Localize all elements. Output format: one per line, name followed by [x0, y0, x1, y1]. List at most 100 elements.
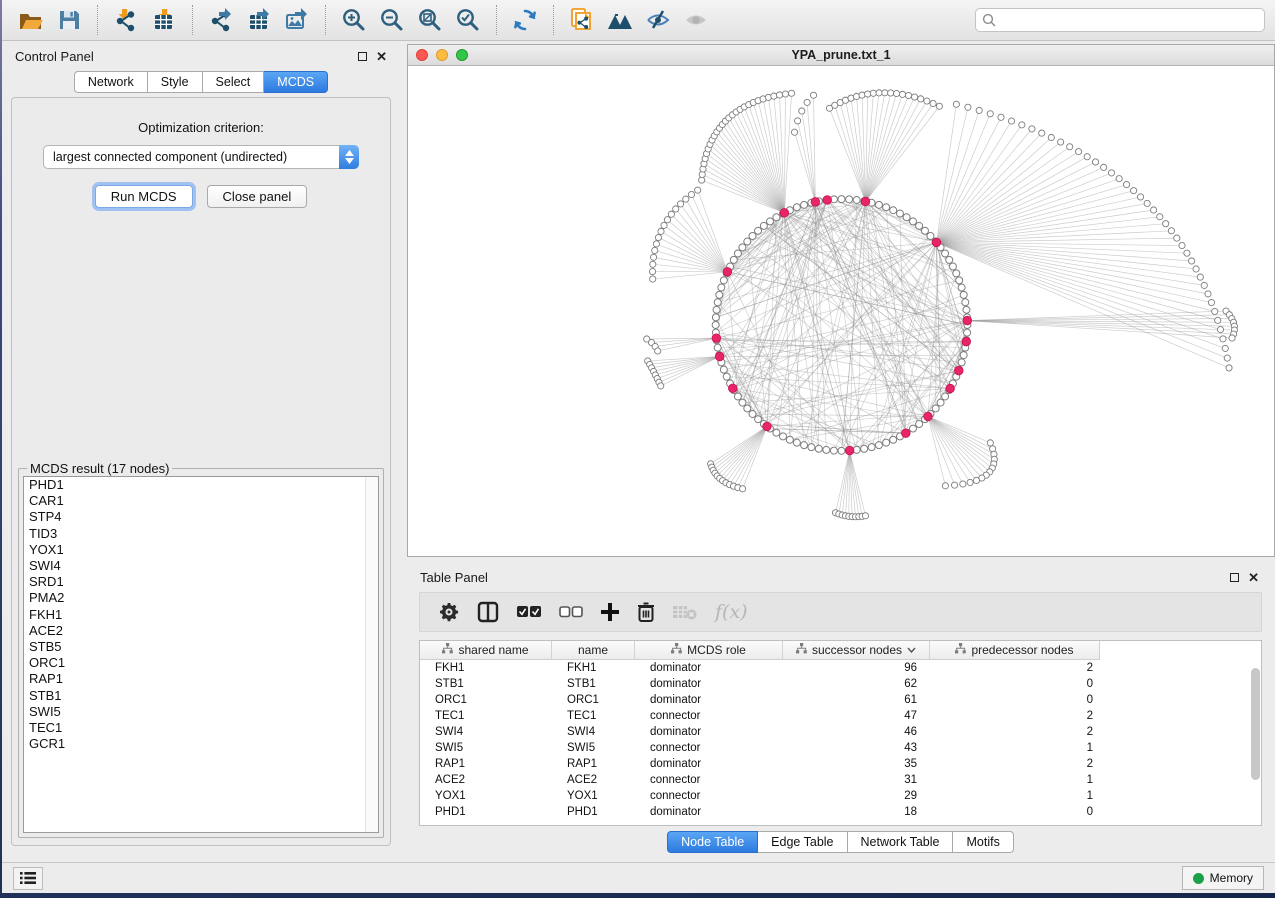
result-node-item[interactable]: TEC1 — [24, 720, 378, 736]
graph-node[interactable] — [739, 399, 746, 406]
graph-node[interactable] — [1168, 228, 1174, 234]
graph-node[interactable] — [712, 314, 719, 321]
float-table-panel-icon[interactable] — [1230, 573, 1239, 582]
graph-node[interactable] — [713, 306, 720, 313]
graph-node[interactable] — [862, 513, 868, 519]
result-node-item[interactable]: SWI5 — [24, 704, 378, 720]
graph-node[interactable] — [720, 277, 727, 284]
graph-node[interactable] — [965, 104, 971, 110]
graph-node[interactable] — [661, 222, 667, 228]
table-scrollbar[interactable] — [1251, 662, 1260, 820]
graph-node[interactable] — [650, 261, 656, 267]
graph-node[interactable] — [1157, 214, 1163, 220]
graph-node[interactable] — [730, 256, 737, 263]
graph-node[interactable] — [734, 393, 741, 400]
graph-node[interactable] — [655, 348, 661, 354]
import-table-icon[interactable] — [150, 6, 178, 34]
graph-node[interactable] — [1205, 291, 1211, 297]
graph-node[interactable] — [883, 204, 890, 211]
close-mcds-panel-button[interactable]: Close panel — [207, 185, 308, 208]
zoom-out-icon[interactable] — [378, 6, 406, 34]
tab-motifs[interactable]: Motifs — [953, 831, 1013, 853]
export-image-icon[interactable] — [283, 6, 311, 34]
graph-node[interactable] — [903, 214, 910, 221]
graph-node[interactable] — [1131, 188, 1137, 194]
graph-node[interactable] — [740, 486, 746, 492]
graph-node[interactable] — [875, 442, 882, 449]
graph-node[interactable] — [890, 436, 897, 443]
zoom-selected-icon[interactable] — [454, 6, 482, 34]
graph-node[interactable] — [744, 238, 751, 245]
close-panel-icon[interactable]: ✕ — [376, 52, 387, 61]
graph-node[interactable] — [653, 241, 659, 247]
mcds-result-list[interactable]: PHD1CAR1STP4TID3YOX1SWI4SRD1PMA2FKH1ACE2… — [23, 476, 379, 833]
graph-node[interactable] — [649, 268, 655, 274]
run-mcds-button[interactable]: Run MCDS — [95, 185, 193, 208]
graph-node[interactable] — [652, 247, 658, 253]
mcds-graph-node[interactable] — [723, 268, 732, 277]
graph-node[interactable] — [932, 405, 939, 412]
graph-node[interactable] — [793, 204, 800, 211]
graph-node[interactable] — [868, 444, 875, 451]
column-header-MCDS-role[interactable]: MCDS role — [635, 641, 783, 660]
graph-node[interactable] — [712, 321, 719, 328]
result-node-item[interactable]: SWI4 — [24, 558, 378, 574]
graph-node[interactable] — [734, 250, 741, 257]
graph-node[interactable] — [859, 92, 865, 98]
column-panel-icon[interactable] — [477, 599, 499, 625]
open-session-icon[interactable] — [17, 6, 45, 34]
graph-node[interactable] — [905, 92, 911, 98]
graph-node[interactable] — [749, 410, 756, 417]
mcds-graph-node[interactable] — [861, 197, 870, 206]
graph-node[interactable] — [1108, 170, 1114, 176]
tab-style[interactable]: Style — [148, 71, 203, 93]
graph-node[interactable] — [930, 100, 936, 106]
mcds-graph-node[interactable] — [845, 446, 854, 455]
graph-node[interactable] — [739, 244, 746, 251]
save-session-icon[interactable] — [55, 6, 83, 34]
graph-node[interactable] — [744, 405, 751, 412]
graph-node[interactable] — [1101, 164, 1107, 170]
mcds-graph-node[interactable] — [712, 334, 721, 343]
graph-node[interactable] — [650, 254, 656, 260]
graph-node[interactable] — [1189, 258, 1195, 264]
graph-node[interactable] — [949, 263, 956, 270]
result-node-item[interactable]: STB5 — [24, 639, 378, 655]
graph-node[interactable] — [716, 291, 723, 298]
graph-node[interactable] — [776, 92, 782, 98]
graph-node[interactable] — [723, 373, 730, 380]
new-network-from-selection-icon[interactable] — [568, 6, 596, 34]
graph-node[interactable] — [1008, 118, 1014, 124]
graph-node[interactable] — [1067, 144, 1073, 150]
graph-node[interactable] — [1092, 159, 1098, 165]
graph-node[interactable] — [976, 107, 982, 113]
graph-node[interactable] — [795, 118, 801, 124]
table-row[interactable]: ORC1ORC1dominator610 — [420, 692, 1261, 708]
table-row[interactable]: PHD1PHD1dominator180 — [420, 804, 1261, 820]
graph-node[interactable] — [1226, 365, 1232, 371]
graph-node[interactable] — [936, 103, 942, 109]
graph-node[interactable] — [677, 201, 683, 207]
graph-node[interactable] — [987, 111, 993, 117]
result-node-item[interactable]: ORC1 — [24, 655, 378, 671]
graph-node[interactable] — [951, 482, 957, 488]
graph-node[interactable] — [688, 191, 694, 197]
float-panel-icon[interactable] — [358, 52, 367, 61]
graph-node[interactable] — [937, 399, 944, 406]
graph-node[interactable] — [791, 129, 797, 135]
tab-network-table[interactable]: Network Table — [848, 831, 954, 853]
graph-node[interactable] — [924, 98, 930, 104]
graph-node[interactable] — [683, 196, 689, 202]
graph-node[interactable] — [875, 201, 882, 208]
graph-node[interactable] — [909, 425, 916, 432]
tab-edge-table[interactable]: Edge Table — [758, 831, 847, 853]
mcds-graph-node[interactable] — [823, 196, 832, 205]
graph-node[interactable] — [699, 177, 705, 183]
graph-node[interactable] — [998, 114, 1004, 120]
graph-node[interactable] — [810, 92, 816, 98]
export-table-icon[interactable] — [245, 6, 273, 34]
graph-node[interactable] — [658, 228, 664, 234]
graph-node[interactable] — [927, 232, 934, 239]
graph-node[interactable] — [773, 214, 780, 221]
memory-button[interactable]: Memory — [1182, 866, 1264, 890]
